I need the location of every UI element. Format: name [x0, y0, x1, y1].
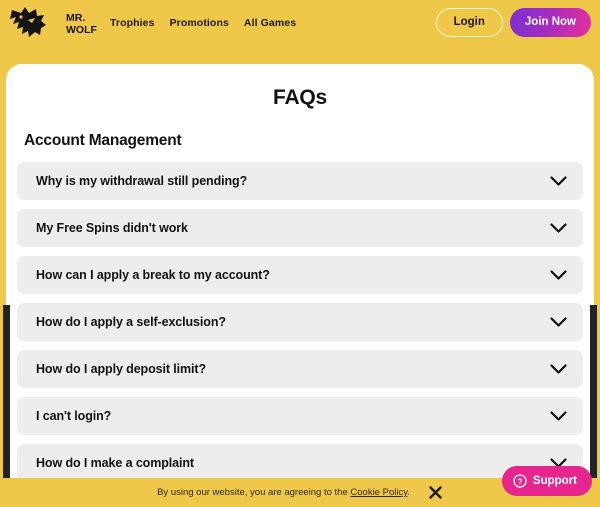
site-header: MR. WOLF Trophies Promotions All Games L…: [0, 0, 600, 45]
faq-question: How can I apply a break to my account?: [36, 268, 270, 282]
faq-item[interactable]: I can't login?: [17, 397, 583, 435]
join-now-button[interactable]: Join Now: [509, 7, 591, 38]
chevron-down-icon[interactable]: [550, 222, 567, 234]
faq-accordion: Why is my withdrawal still pending? My F…: [17, 162, 583, 482]
main-nav: Trophies Promotions All Games: [110, 17, 436, 29]
cookie-message: By using our website, you are agreeing t…: [157, 487, 410, 498]
faq-item[interactable]: How do I make a complaint: [17, 444, 583, 482]
wolf-head-icon: [10, 6, 46, 37]
login-button[interactable]: Login: [435, 7, 503, 38]
chevron-down-icon[interactable]: [550, 410, 567, 422]
close-icon[interactable]: [428, 485, 443, 500]
chevron-down-icon[interactable]: [550, 316, 567, 328]
section-title: Account Management: [24, 132, 182, 149]
auth-buttons: Login Join Now: [435, 7, 591, 38]
faq-item[interactable]: How do I apply a self-exclusion?: [17, 303, 583, 341]
chevron-down-icon[interactable]: [550, 269, 567, 281]
svg-text:WOLF: WOLF: [66, 24, 97, 36]
cookie-text-before: By using our website, you are agreeing t…: [157, 487, 351, 498]
faq-card: FAQs Account Management Why is my withdr…: [6, 64, 594, 504]
faq-item[interactable]: My Free Spins didn't work: [17, 209, 583, 247]
scrollbar-right[interactable]: [590, 305, 597, 478]
faq-question: How do I apply a self-exclusion?: [36, 315, 226, 329]
faq-question: I can't login?: [36, 409, 112, 423]
scrollbar-left[interactable]: [3, 305, 10, 478]
svg-text:MR.: MR.: [66, 12, 85, 24]
cookie-text-after: .: [407, 487, 410, 498]
faq-question: Why is my withdrawal still pending?: [36, 174, 248, 188]
support-button[interactable]: ? Support: [501, 466, 592, 496]
faq-question: My Free Spins didn't work: [36, 221, 188, 235]
nav-item-trophies[interactable]: Trophies: [110, 17, 155, 29]
support-label: Support: [532, 475, 577, 487]
nav-item-promotions[interactable]: Promotions: [170, 17, 229, 29]
nav-item-all-games[interactable]: All Games: [244, 17, 296, 29]
chevron-down-icon[interactable]: [550, 363, 567, 375]
page-title: FAQs: [272, 86, 328, 109]
cookie-policy-link[interactable]: Cookie Policy: [350, 487, 407, 498]
faq-question: How do I make a complaint: [36, 456, 194, 470]
svg-text:?: ?: [517, 476, 522, 486]
faq-item[interactable]: How do I apply deposit limit?: [17, 350, 583, 388]
faq-item[interactable]: Why is my withdrawal still pending?: [17, 162, 583, 200]
logo-wordmark: MR. WOLF: [66, 12, 97, 36]
question-circle-icon: ?: [513, 474, 527, 488]
logo[interactable]: MR. WOLF: [8, 6, 100, 40]
chevron-down-icon[interactable]: [550, 175, 567, 187]
faq-item[interactable]: How can I apply a break to my account?: [17, 256, 583, 294]
faq-question: How do I apply deposit limit?: [36, 362, 207, 376]
